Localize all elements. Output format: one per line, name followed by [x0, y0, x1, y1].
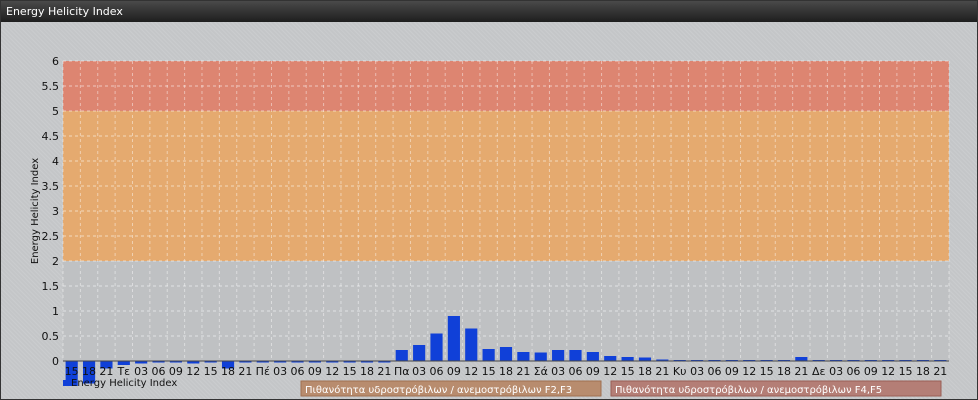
- chart-area: 0 0.5 1 1.5 2 2.5 3 3.5 4 4.5 5 5.5 6 Energy Helicity…: [1, 22, 977, 399]
- x-tick-label: 21: [377, 365, 391, 378]
- legend-band-label-2: Πιθανότητα υδροστρόβιλων / ανεμοστρόβιλω…: [615, 384, 882, 396]
- x-tick-label: 18: [777, 365, 791, 378]
- x-tick-label: 15: [621, 365, 635, 378]
- x-tick-label: 12: [186, 365, 200, 378]
- bar-21: [517, 352, 530, 361]
- x-tick-label: Δε: [812, 365, 826, 378]
- x-tick-label: 21: [794, 365, 808, 378]
- x-tick-label: 21: [99, 365, 113, 378]
- x-tick-label: 12: [742, 365, 756, 378]
- legend-band-label-1: Πιθανότητα υδροστρόβιλων / ανεμοστρόβιλω…: [305, 384, 572, 396]
- x-tick-label: 21: [238, 365, 252, 378]
- x-tick-label: 18: [638, 365, 652, 378]
- y-tick-label: 3.5: [42, 180, 60, 193]
- x-tick-label: 15: [482, 365, 496, 378]
- x-tick-label: 09: [725, 365, 739, 378]
- x-tick-label: 15: [204, 365, 218, 378]
- x-tick-label: 09: [586, 365, 600, 378]
- bar-06: [430, 333, 443, 361]
- bar-12: [465, 328, 478, 361]
- bar-21: [795, 357, 808, 361]
- y-tick-label: 2.5: [42, 230, 60, 243]
- x-tick-label: 18: [221, 365, 235, 378]
- x-tick-label: 12: [325, 365, 339, 378]
- legend-series-swatch: [63, 380, 69, 386]
- bar-15: [482, 349, 495, 361]
- x-tick-label: 03: [551, 365, 565, 378]
- x-tick-label: 06: [152, 365, 166, 378]
- y-tick-label: 1.5: [42, 280, 60, 293]
- bar-03: [413, 345, 426, 361]
- bar-Σά: [534, 352, 547, 361]
- x-tick-label: Πα: [394, 365, 410, 378]
- x-tick-label: 18: [82, 365, 96, 378]
- bar-06: [569, 350, 582, 361]
- x-tick-label: 12: [464, 365, 478, 378]
- x-tick-label: 12: [881, 365, 895, 378]
- y-tick-label: 0: [52, 355, 59, 368]
- x-tick-label: 21: [516, 365, 530, 378]
- x-tick-label: Τε: [116, 365, 130, 378]
- x-tick-label: 06: [430, 365, 444, 378]
- bar-09: [586, 352, 599, 361]
- y-tick-label: 6: [52, 55, 59, 68]
- x-tick-label: 09: [864, 365, 878, 378]
- x-tick-label: 03: [134, 365, 148, 378]
- y-tick-label: 2: [52, 255, 59, 268]
- y-tick-label: 4.5: [42, 130, 60, 143]
- y-axis-label: Energy Helicity Index: [30, 158, 41, 264]
- x-tick-label: 03: [690, 365, 704, 378]
- x-tick-label: 18: [916, 365, 930, 378]
- bar-12: [604, 356, 617, 361]
- x-tick-label: 15: [343, 365, 357, 378]
- x-tick-label: 03: [829, 365, 843, 378]
- x-tick-label: 18: [499, 365, 513, 378]
- panel-title: Energy Helicity Index: [1, 1, 977, 22]
- x-tick-label: 06: [846, 365, 860, 378]
- x-tick-label: 21: [933, 365, 947, 378]
- y-tick-label: 4: [52, 155, 59, 168]
- y-tick-label: 1: [52, 305, 59, 318]
- bar-03: [552, 350, 565, 361]
- bar-Πα: [395, 350, 408, 361]
- x-tick-label: Σά: [534, 365, 548, 378]
- bar-15: [621, 357, 634, 361]
- x-tick-label: 21: [655, 365, 669, 378]
- legend-series-label: Energy Helicity Index: [71, 378, 177, 389]
- x-tick-label: 03: [412, 365, 426, 378]
- y-tick-label: 5: [52, 105, 59, 118]
- x-tick-label: 06: [707, 365, 721, 378]
- chart-panel: Energy Helicity Index 0 0.5 1 1.5 2 2.5 3 3.5 4 4…: [0, 0, 978, 400]
- x-tick-label: 15: [760, 365, 774, 378]
- x-tick-label: 15: [65, 365, 79, 378]
- y-tick-label: 5.5: [42, 80, 60, 93]
- x-tick-label: 15: [899, 365, 913, 378]
- y-tick-label: 0.5: [42, 330, 60, 343]
- x-tick-label: 18: [360, 365, 374, 378]
- x-tick-label: 12: [603, 365, 617, 378]
- x-tick-label: 06: [291, 365, 305, 378]
- x-tick-label: Κυ: [673, 365, 687, 378]
- bar-18: [638, 357, 652, 361]
- bar-09: [447, 316, 460, 361]
- x-tick-label: 03: [273, 365, 287, 378]
- x-tick-label: 09: [169, 365, 183, 378]
- ehi-chart: 0 0.5 1 1.5 2 2.5 3 3.5 4 4.5 5 5.5 6 Energy Helicity…: [30, 55, 950, 397]
- x-tick-label: 09: [308, 365, 322, 378]
- x-tick-label: 09: [447, 365, 461, 378]
- x-tick-label: 06: [568, 365, 582, 378]
- bar-18: [499, 347, 513, 361]
- y-tick-label: 3: [52, 205, 59, 218]
- x-tick-label: Πέ: [256, 365, 270, 378]
